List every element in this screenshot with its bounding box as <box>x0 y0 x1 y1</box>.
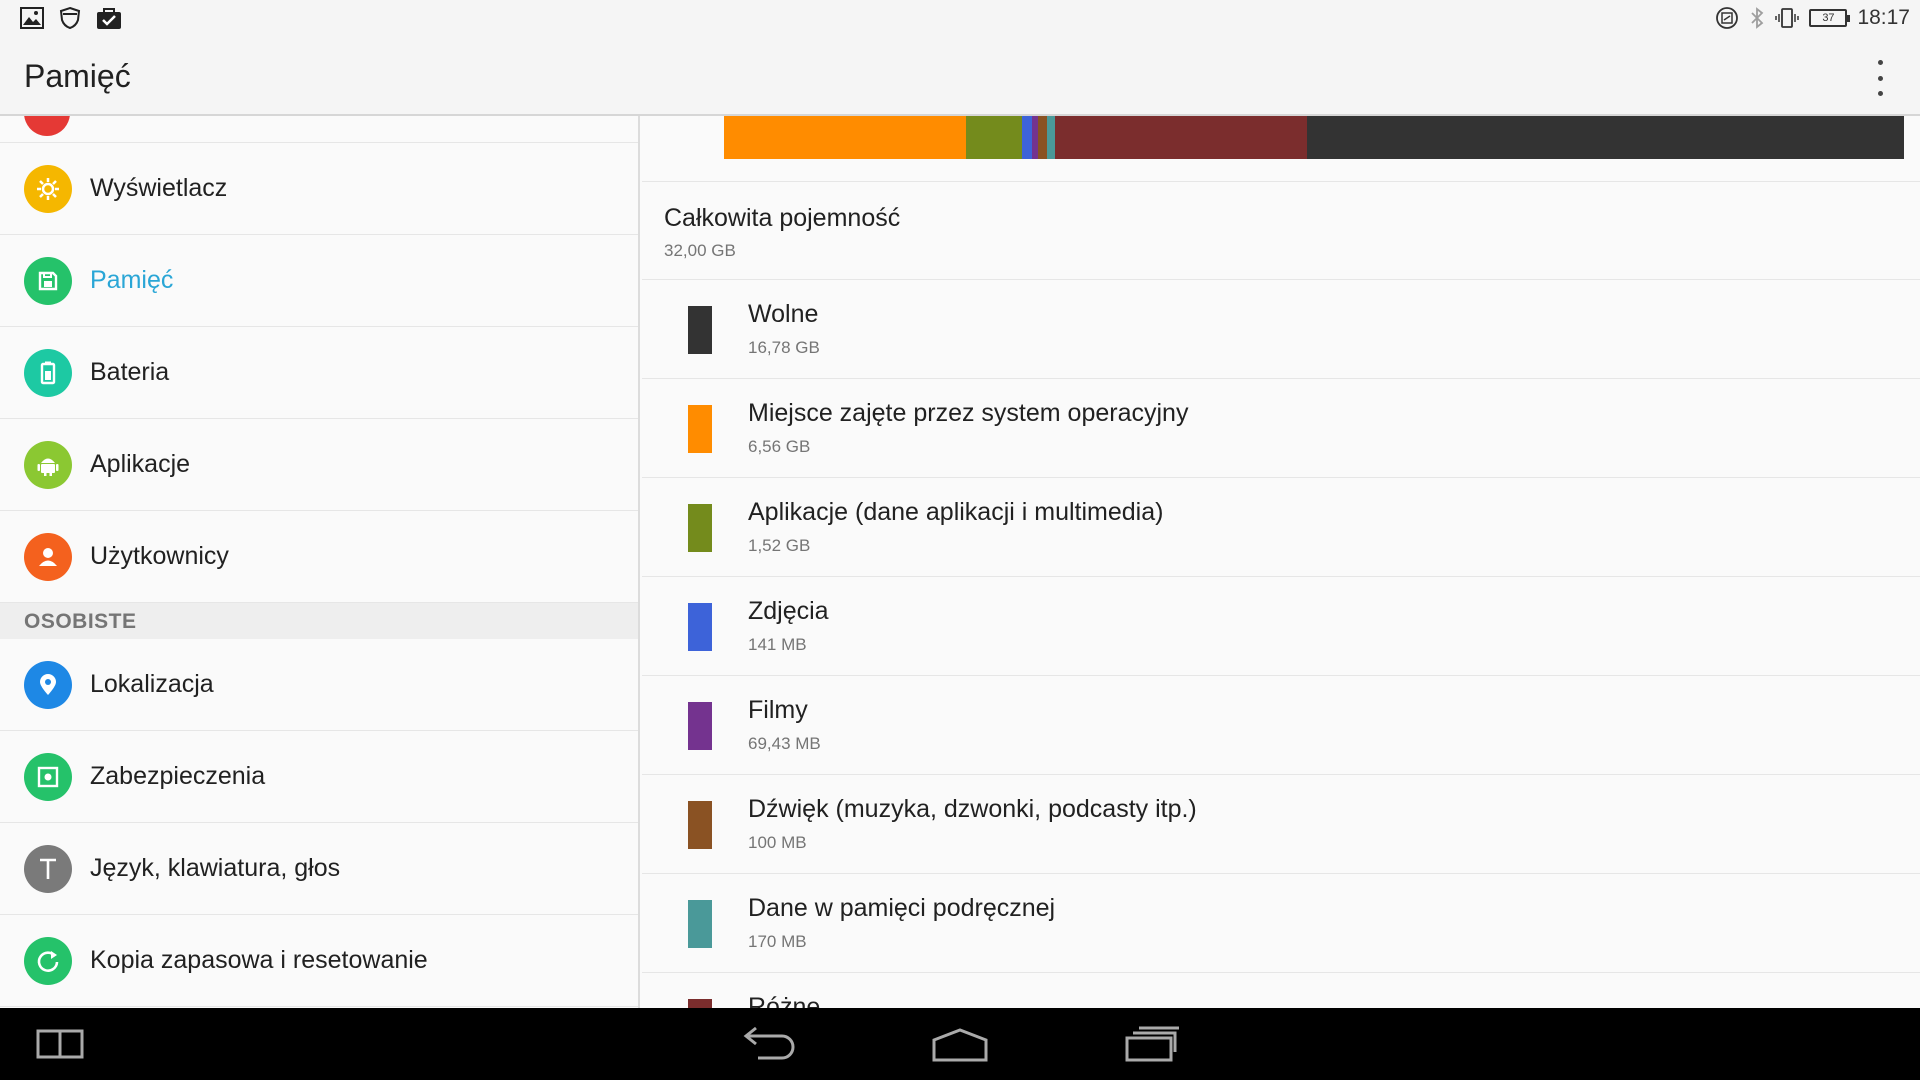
overflow-menu-button[interactable] <box>1870 60 1890 96</box>
text-icon <box>24 844 72 893</box>
settings-list[interactable]: Wyświetlacz Pamięć Bateria Aplikacje Uży… <box>0 116 640 1008</box>
storage-item-label: Wolne <box>748 300 819 328</box>
section-header-personal: OSOBISTE <box>0 603 638 639</box>
action-bar: Pamięć <box>0 38 1920 116</box>
storage-item-label: Dźwięk (muzyka, dzwonki, podcasty itp.) <box>748 795 1197 823</box>
shield-icon <box>59 6 81 30</box>
list-item-partial[interactable] <box>0 116 638 143</box>
settings-item-apps[interactable]: Aplikacje <box>0 419 638 511</box>
storage-bar-row <box>642 116 1920 182</box>
storage-item-size: 170 MB <box>748 932 807 951</box>
restore-icon <box>24 936 72 985</box>
storage-item-videos[interactable]: Filmy 69,43 MB <box>642 676 1920 775</box>
total-capacity-row: Całkowita pojemność 32,00 GB <box>642 182 1920 280</box>
storage-item-label: Dane w pamięci podręcznej <box>748 894 1056 922</box>
storage-item-label: Aplikacje (dane aplikacji i multimedia) <box>748 498 1164 526</box>
storage-item-misc[interactable]: Różne <box>642 973 1920 1008</box>
bluetooth-icon <box>1751 7 1764 29</box>
settings-item-label: Aplikacje <box>90 450 191 478</box>
color-swatch <box>688 999 712 1008</box>
settings-item-label: Zabezpieczenia <box>90 762 266 790</box>
section-header-label: OSOBISTE <box>24 610 137 633</box>
storage-item-size: 141 MB <box>748 635 807 654</box>
storage-bar-segment-misc <box>1054 116 1308 159</box>
storage-item-label: Różne <box>748 993 821 1008</box>
color-swatch <box>688 900 712 948</box>
navigation-bar <box>0 1008 1920 1080</box>
color-swatch <box>688 801 712 849</box>
storage-item-size: 100 MB <box>748 833 807 852</box>
storage-item-size: 6,56 GB <box>748 437 811 456</box>
storage-item-system[interactable]: Miejsce zajęte przez system operacyjny 6… <box>642 379 1920 478</box>
color-swatch <box>688 603 712 651</box>
total-capacity-label: Całkowita pojemność <box>664 204 901 232</box>
color-swatch <box>688 702 712 750</box>
color-swatch <box>688 504 712 552</box>
settings-item-battery[interactable]: Bateria <box>0 327 638 419</box>
settings-item-label: Lokalizacja <box>90 670 214 698</box>
notification-icons <box>20 6 122 30</box>
settings-item-users[interactable]: Użytkownicy <box>0 511 638 603</box>
storage-item-audio[interactable]: Dźwięk (muzyka, dzwonki, podcasty itp.) … <box>642 775 1920 874</box>
settings-item-label: Wyświetlacz <box>90 174 228 202</box>
storage-item-size: 16,78 GB <box>748 338 820 357</box>
storage-bar-segment-apps <box>965 116 1022 159</box>
storage-bar-segment-system <box>724 116 966 159</box>
storage-icon <box>24 256 72 305</box>
dot-icon <box>1877 60 1883 65</box>
battery-icon: 37 <box>1809 9 1851 27</box>
settings-item-label: Pamięć <box>90 266 174 294</box>
settings-item-label: Kopia zapasowa i resetowanie <box>90 946 428 974</box>
lock-icon <box>24 752 72 801</box>
settings-icon <box>24 116 70 136</box>
settings-item-location[interactable]: Lokalizacja <box>0 639 638 731</box>
storage-details[interactable]: Całkowita pojemność 32,00 GB Wolne 16,78… <box>642 116 1920 1008</box>
storage-bar-segment-cache <box>1046 116 1055 159</box>
person-icon <box>24 532 72 581</box>
home-icon[interactable] <box>930 1026 990 1064</box>
settings-item-label: Język, klawiatura, głos <box>90 854 341 882</box>
status-bar: 37 18:17 <box>0 0 1920 38</box>
storage-item-free[interactable]: Wolne 16,78 GB <box>642 280 1920 379</box>
settings-item-label: Bateria <box>90 358 170 386</box>
settings-item-display[interactable]: Wyświetlacz <box>0 143 638 235</box>
shopping-bag-icon <box>97 8 121 29</box>
system-icons: 37 18:17 <box>1715 6 1910 30</box>
storage-usage-bar <box>724 116 1904 159</box>
page-title: Pamięć <box>24 58 131 94</box>
multi-window-icon[interactable] <box>36 1028 84 1060</box>
storage-item-size: 1,52 GB <box>748 536 811 555</box>
storage-item-label: Miejsce zajęte przez system operacyjny <box>748 399 1189 427</box>
vibrate-icon <box>1775 8 1800 28</box>
battery-icon <box>24 348 72 397</box>
color-swatch <box>688 405 712 453</box>
storage-item-label: Filmy <box>748 696 808 724</box>
storage-bar-segment-photos <box>1021 116 1032 159</box>
nfc-icon <box>1716 7 1739 29</box>
storage-bar-segment-free <box>1307 116 1904 159</box>
storage-item-apps[interactable]: Aplikacje (dane aplikacji i multimedia) … <box>642 478 1920 577</box>
storage-item-cache[interactable]: Dane w pamięci podręcznej 170 MB <box>642 874 1920 973</box>
storage-bar-segment-audio <box>1038 116 1047 159</box>
settings-item-security[interactable]: Zabezpieczenia <box>0 731 638 823</box>
location-icon <box>24 660 72 709</box>
settings-item-backup[interactable]: Kopia zapasowa i resetowanie <box>0 915 638 1007</box>
dot-icon <box>1877 91 1883 96</box>
recents-icon[interactable] <box>1124 1026 1180 1062</box>
storage-item-size: 69,43 MB <box>748 734 821 753</box>
color-swatch <box>688 306 712 354</box>
brightness-icon <box>24 164 72 213</box>
clock: 18:17 <box>1857 6 1910 29</box>
settings-item-label: Użytkownicy <box>90 542 229 570</box>
android-icon <box>24 440 72 489</box>
storage-item-photos[interactable]: Zdjęcia 141 MB <box>642 577 1920 676</box>
storage-item-label: Zdjęcia <box>748 597 829 625</box>
back-icon[interactable] <box>738 1024 798 1064</box>
total-capacity-value: 32,00 GB <box>664 241 736 260</box>
settings-item-language[interactable]: Język, klawiatura, głos <box>0 823 638 915</box>
dot-icon <box>1877 75 1883 81</box>
gallery-icon <box>20 7 44 29</box>
settings-item-storage[interactable]: Pamięć <box>0 235 638 327</box>
